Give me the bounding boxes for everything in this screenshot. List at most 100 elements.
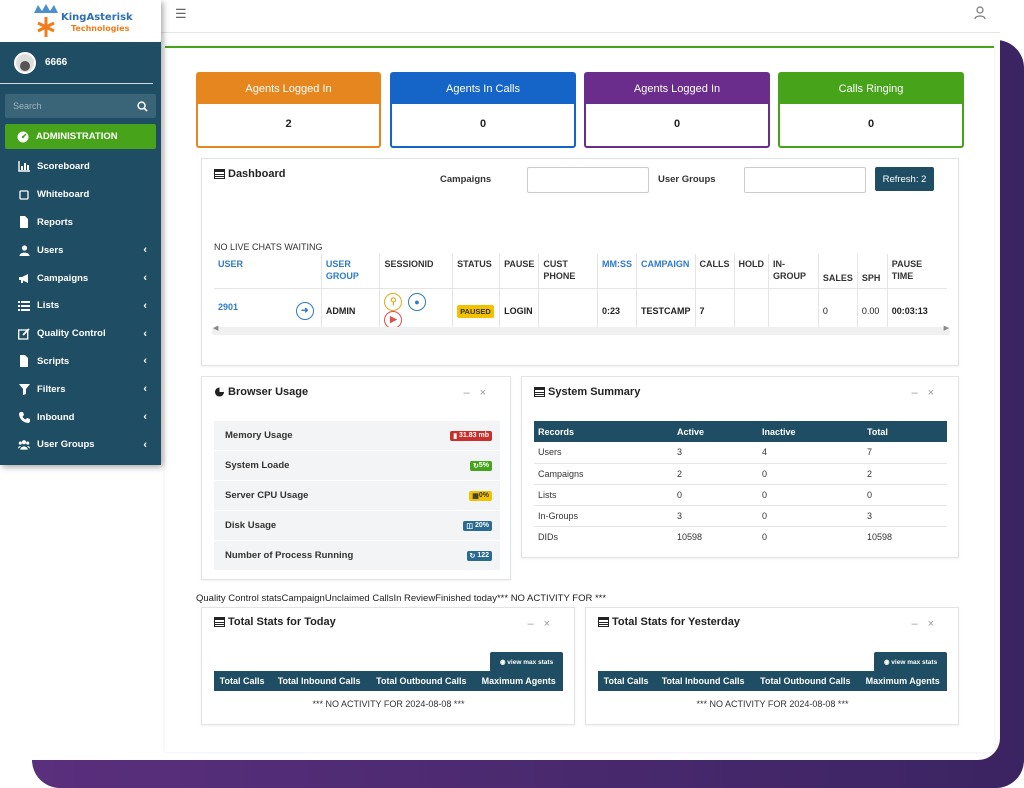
edit-icon [18,328,30,340]
col-user-group[interactable]: USER GROUP [321,254,381,288]
refresh-button[interactable]: Refresh: 2 [875,167,934,191]
sidebar-item-user-groups[interactable]: User Groups ‹ [0,431,161,459]
barge-icon[interactable]: ⚲ [384,292,403,311]
today-no-activity: *** NO ACTIVITY FOR 2024-08-08 *** [312,699,465,709]
nav-item-administration[interactable]: ADMINISTRATION [5,124,156,149]
bullhorn-icon [18,272,30,284]
file-icon [18,355,30,368]
stat-card-label: Agents In Calls [392,74,574,104]
filter-icon [18,383,30,395]
col-total-inbound-calls: Total Inbound Calls [270,671,369,691]
stat-card-value: 0 [673,118,681,130]
disk-usage-badge: ◫ 20% [463,520,492,531]
user-groups-select[interactable] [744,167,866,193]
view-max-stats-button[interactable]: ◉ view max stats [490,652,563,672]
chevron-left-icon: ‹ [143,438,147,451]
user-name: 6666 [45,57,68,68]
dashboard-panel: Dashboard Campaigns User Groups Refresh:… [201,158,959,366]
chevron-left-icon: ‹ [143,411,147,424]
table-icon [598,617,609,627]
sidebar-item-inbound[interactable]: Inbound ‹ [0,403,161,431]
stat-card-agents-in-calls: Agents In Calls 0 [390,72,576,148]
yesterday-no-activity: *** NO ACTIVITY FOR 2024-08-08 *** [696,699,849,709]
scroll-right-icon[interactable]: ▶ [944,324,949,332]
list-item: Disk Usage ◫ 20% [214,511,500,541]
today-stats-title: Total Stats for Today [214,616,336,628]
stat-card-label: Agents Logged In [586,74,768,104]
main-content: Agents Logged In 2 Agents In Calls 0 Age… [165,46,994,752]
avatar [14,51,36,74]
list-item: Memory Usage ▮ 31.83 mb [214,421,500,451]
panel-window-controls[interactable]: –× [463,387,496,399]
bar-chart-icon [18,161,30,173]
sidebar-item-filters[interactable]: Filters ‹ [0,375,161,403]
col-mmss[interactable]: MM:SS [597,254,638,288]
users-icon [18,439,30,451]
col-hold: HOLD [734,254,770,288]
panel-window-controls[interactable]: –× [911,618,944,630]
search-icon[interactable] [137,100,148,112]
top-bar: ☰ [161,0,1000,33]
sidebar-item-reports[interactable]: Reports [0,209,161,237]
scroll-left-icon[interactable]: ◀ [213,324,218,332]
chevron-left-icon: ‹ [143,355,147,368]
speaker-icon[interactable]: ▶ [384,310,403,329]
dashboard-gauge-icon [17,131,29,143]
browser-usage-panel: Browser Usage –× Memory Usage ▮ 31.83 mb… [201,376,511,580]
menu-toggle-icon[interactable]: ☰ [175,6,187,22]
sidebar-item-campaigns[interactable]: Campaigns ‹ [0,264,161,292]
yesterday-stats-panel: Total Stats for Yesterday –× ◉ view max … [585,607,959,725]
listen-mic-icon[interactable]: ● [407,292,426,311]
sidebar-item-scoreboard[interactable]: Scoreboard [0,153,161,181]
col-sessionid: SESSIONID [379,254,454,288]
stat-card-label: Agents Logged In [198,74,379,104]
table-row: DIDs 10598 0 10598 [538,531,893,542]
col-status: STATUS [452,254,501,288]
yesterday-stats-table: Total Calls Total Inbound Calls Total Ou… [598,671,947,691]
quality-control-stats-line: Quality Control statsCampaignUnclaimed C… [196,593,607,604]
view-max-stats-button[interactable]: ◉ view max stats [874,652,947,672]
table-icon [534,387,545,397]
col-pause-time: PAUSE TIME [891,259,923,281]
list-item: Number of Process Running ↻ 122 [214,541,500,571]
sidebar-item-quality-control[interactable]: Quality Control ‹ [0,320,161,348]
col-cust-phone: CUST PHONE [538,254,599,288]
campaigns-select[interactable] [527,167,649,193]
stat-card-value: 2 [285,118,292,130]
panel-window-controls[interactable]: –× [527,618,560,630]
brand-logo[interactable]: KingAsterisk Technologies [0,0,161,42]
sidebar-item-lists[interactable]: Lists ‹ [0,292,161,320]
table-icon [214,617,225,627]
today-stats-panel: Total Stats for Today –× ◉ view max stat… [201,607,575,725]
today-stats-table: Total Calls Total Inbound Calls Total Ou… [214,671,563,691]
brand-sub: Technologies [71,24,130,33]
search-input[interactable]: Search [5,94,156,118]
sidebar-item-whiteboard[interactable]: Whiteboard [0,181,161,209]
agents-table: USER USER GROUP SESSIONID STATUS PAUSE C… [214,254,947,334]
col-user[interactable]: USER [214,254,322,288]
col-pause: PAUSE [499,254,540,288]
table-row: In-Groups 3 0 3 [534,505,947,527]
col-records: Records [534,421,673,442]
logout-agent-icon[interactable]: ➜ [295,301,314,320]
search-placeholder: Search [13,101,42,111]
system-summary-title: System Summary [534,386,640,398]
panel-window-controls[interactable]: –× [911,387,944,399]
browser-usage-list: Memory Usage ▮ 31.83 mb System Loade ↻ 5%… [214,421,500,571]
col-campaign[interactable]: CAMPAIGN [636,254,696,288]
col-total-calls: Total Calls [598,671,655,691]
browser-usage-title: Browser Usage [214,386,308,398]
user-profile[interactable]: 6666 [0,42,153,84]
yesterday-stats-title: Total Stats for Yesterday [598,616,740,628]
cpu-usage-badge: ▦ 0% [469,490,492,501]
table-icon [214,169,225,179]
user-account-icon[interactable] [974,6,986,20]
sidebar-item-scripts[interactable]: Scripts ‹ [0,348,161,376]
agent-user-link[interactable]: 2901 [218,302,238,312]
col-inactive: Inactive [758,421,863,442]
chevron-left-icon: ‹ [143,327,147,340]
horizontal-scrollbar[interactable]: ◀ ▶ [212,324,950,335]
stat-card-value: 0 [479,118,487,130]
memory-usage-badge: ▮ 31.83 mb [450,430,492,441]
sidebar-item-users[interactable]: Users ‹ [0,236,161,264]
